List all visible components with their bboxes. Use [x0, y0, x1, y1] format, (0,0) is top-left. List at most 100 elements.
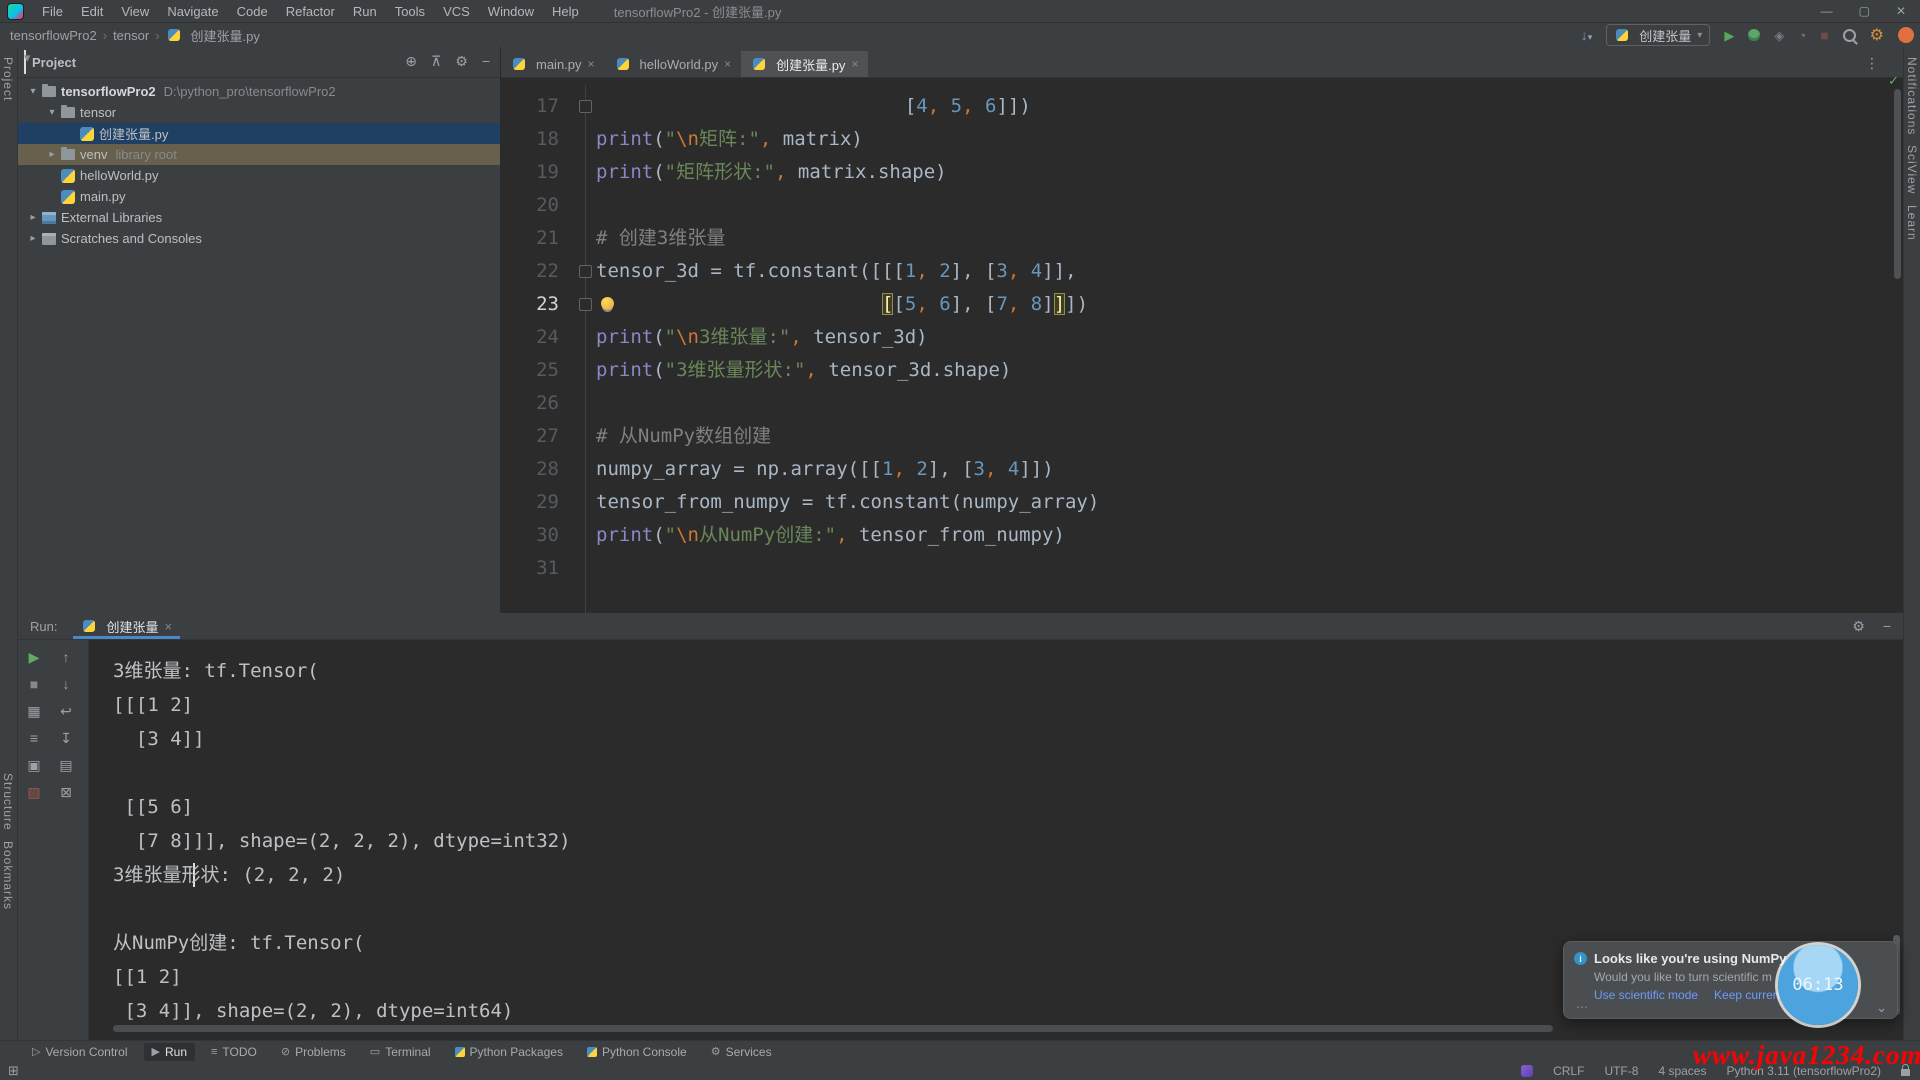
fold-marker-icon[interactable]: [579, 100, 592, 113]
clear-all-icon[interactable]: ⊠: [60, 783, 72, 801]
close-icon[interactable]: ×: [164, 619, 172, 634]
gear-icon[interactable]: ⚙: [1852, 618, 1865, 635]
tree-row[interactable]: ▸External Libraries: [18, 207, 500, 228]
keep-current-mode-link[interactable]: Keep curren: [1714, 988, 1779, 1002]
tree-row[interactable]: ▸venvlibrary root: [18, 144, 500, 165]
stop-icon[interactable]: ■: [30, 675, 38, 693]
settings-gear-icon[interactable]: ⚙: [1870, 25, 1884, 45]
console-hscrollbar[interactable]: [113, 1025, 1553, 1032]
close-button[interactable]: ✕: [1896, 4, 1906, 18]
tree-row[interactable]: ▸Scratches and Consoles: [18, 228, 500, 249]
menu-navigate[interactable]: Navigate: [158, 2, 227, 21]
tool-window-bar: ▷Version Control ▶Run ≡TODO ⊘Problems ▭Termi…: [0, 1040, 1920, 1062]
toolwindow-button-python-console[interactable]: Python Console: [579, 1043, 695, 1061]
menu-view[interactable]: View: [112, 2, 158, 21]
menu-tools[interactable]: Tools: [386, 2, 434, 21]
minimize-button[interactable]: —: [1821, 4, 1833, 18]
breadcrumb-item[interactable]: tensorflowPro2: [10, 28, 97, 43]
editor-scrollbar[interactable]: [1894, 89, 1901, 279]
soft-wrap-icon[interactable]: ↩: [60, 702, 72, 720]
scroll-down-icon[interactable]: ↓: [63, 675, 70, 693]
stop-button[interactable]: ■: [1820, 28, 1828, 42]
print-output-icon[interactable]: ▤: [59, 756, 72, 774]
rerun-icon[interactable]: ▶: [29, 648, 40, 666]
editor-tab[interactable]: 创建张量.py×: [741, 51, 868, 77]
pin-tab-icon[interactable]: ▣: [27, 756, 40, 774]
menu-refactor[interactable]: Refactor: [277, 2, 344, 21]
toolwindow-button-label: Services: [726, 1045, 772, 1059]
line-ending-indicator[interactable]: CRLF: [1553, 1064, 1584, 1078]
settings-menu-icon[interactable]: ≡: [30, 729, 38, 747]
window-title: tensorflowPro2 - 创建张量.py: [614, 2, 782, 21]
scroll-up-icon[interactable]: ↑: [63, 648, 70, 666]
toolwindow-button-terminal[interactable]: ▭Terminal: [362, 1043, 439, 1061]
toolwindow-button-version-control[interactable]: ▷Version Control: [24, 1043, 136, 1061]
chevron-down-icon[interactable]: ▾: [24, 50, 26, 74]
console-line: 3维张量形状: (2, 2, 2): [113, 858, 345, 892]
editor-options-icon[interactable]: ⋮: [1865, 55, 1879, 72]
toolwindow-button-problems[interactable]: ⊘Problems: [273, 1043, 354, 1061]
menu-help[interactable]: Help: [543, 2, 588, 21]
collapse-all-icon[interactable]: ⊼: [431, 53, 441, 70]
tool-stripe-label-notifications[interactable]: Notifications: [1905, 57, 1919, 135]
tool-stripe-label-learn[interactable]: Learn: [1905, 205, 1919, 241]
breadcrumb-item[interactable]: tensor: [113, 28, 149, 43]
breadcrumb-separator: ›: [103, 28, 107, 43]
profiler-button[interactable]: ◔: [1798, 29, 1806, 42]
hide-panel-icon[interactable]: −: [482, 53, 490, 70]
toolwindow-button-run[interactable]: ▶Run: [144, 1043, 195, 1061]
restore-layout-icon[interactable]: ▦: [27, 702, 40, 720]
breadcrumb-item[interactable]: 创建张量.py: [191, 26, 260, 45]
notification-more-icon[interactable]: ⋯: [1576, 1000, 1588, 1014]
left-tool-stripe: Project Structure Bookmarks: [0, 47, 18, 1040]
run-button[interactable]: ▶: [1724, 29, 1734, 42]
tool-window-quick-access-icon[interactable]: ⊞: [8, 1063, 19, 1079]
locate-icon[interactable]: ⊕: [405, 53, 417, 70]
search-everywhere-icon[interactable]: [1843, 29, 1856, 42]
tool-stripe-label-bookmarks[interactable]: Bookmarks: [1, 841, 15, 910]
fold-marker-icon[interactable]: [579, 265, 592, 278]
tool-stripe-label-sciview[interactable]: SciView: [1905, 145, 1919, 194]
menu-window[interactable]: Window: [479, 2, 543, 21]
use-scientific-mode-link[interactable]: Use scientific mode: [1594, 988, 1698, 1002]
menu-edit[interactable]: Edit: [72, 2, 112, 21]
menu-run[interactable]: Run: [344, 2, 386, 21]
run-tab[interactable]: 创建张量 ×: [73, 613, 180, 639]
gear-icon[interactable]: ⚙: [455, 53, 468, 70]
code-line: [4, 5, 6]]): [596, 90, 1031, 123]
tree-row[interactable]: ▾tensorflowPro2D:\python_pro\tensorflowP…: [18, 81, 500, 102]
tool-stripe-label-project[interactable]: Project: [1, 57, 15, 101]
toolwindow-button-python-packages[interactable]: Python Packages: [447, 1043, 571, 1061]
close-tab-icon[interactable]: ▨: [27, 783, 40, 801]
toolwindow-button-todo[interactable]: ≡TODO: [203, 1043, 265, 1061]
menu-file[interactable]: File: [33, 2, 72, 21]
editor-tab[interactable]: helloWorld.py×: [605, 51, 742, 77]
tree-row[interactable]: ▾tensor: [18, 102, 500, 123]
editor-area[interactable]: main.py×helloWorld.py×创建张量.py× ⋮ ✓ 17 [4…: [501, 47, 1903, 613]
encoding-indicator[interactable]: UTF-8: [1604, 1064, 1638, 1078]
project-panel-title: Project: [32, 55, 76, 70]
tool-stripe-label-structure[interactable]: Structure: [1, 773, 15, 831]
tree-row[interactable]: 创建张量.py: [18, 123, 500, 144]
editor-tab[interactable]: main.py×: [501, 51, 605, 77]
maximize-button[interactable]: ▢: [1859, 4, 1870, 18]
pycharm-window: FileEditViewNavigateCodeRefactorRunTools…: [0, 0, 1920, 1080]
profile-avatar[interactable]: [1898, 27, 1914, 43]
close-icon[interactable]: ×: [851, 57, 858, 71]
coverage-button[interactable]: ◈: [1774, 29, 1784, 42]
tree-item-name: main.py: [80, 189, 126, 204]
hide-panel-icon[interactable]: −: [1883, 618, 1891, 635]
close-icon[interactable]: ×: [588, 57, 595, 71]
menu-vcs[interactable]: VCS: [434, 2, 479, 21]
fold-marker-icon[interactable]: [579, 298, 592, 311]
close-icon[interactable]: ×: [724, 57, 731, 71]
run-config-dropdown[interactable]: 创建张量 ▾: [1606, 24, 1710, 46]
notification-collapse-icon[interactable]: ⌄: [1876, 1000, 1887, 1016]
menu-code[interactable]: Code: [228, 2, 277, 21]
tree-row[interactable]: helloWorld.py: [18, 165, 500, 186]
scroll-to-end-icon[interactable]: ↧: [60, 729, 72, 747]
update-project-icon[interactable]: ↓▾: [1581, 28, 1593, 42]
tree-row[interactable]: main.py: [18, 186, 500, 207]
toolwindow-button-services[interactable]: ⚙Services: [703, 1043, 780, 1061]
debug-button[interactable]: [1748, 29, 1760, 41]
